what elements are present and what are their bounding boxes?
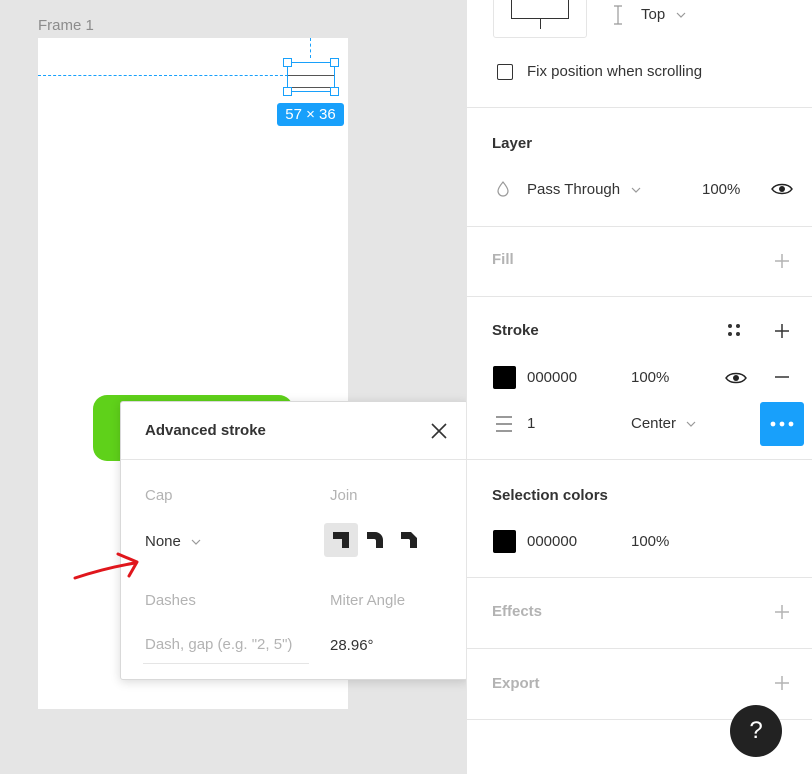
cap-value: None	[145, 533, 181, 550]
join-bevel-button[interactable]	[392, 523, 426, 557]
selected-layer[interactable]	[287, 62, 335, 92]
layer-line	[288, 87, 334, 88]
layer-line	[288, 75, 334, 76]
constraint-widget[interactable]	[493, 0, 587, 38]
chevron-down-icon	[687, 421, 696, 427]
horizontal-guide	[38, 75, 288, 76]
close-button[interactable]	[429, 421, 449, 441]
popup-header: Advanced stroke	[121, 402, 467, 460]
join-round-icon	[367, 532, 383, 548]
cap-dropdown[interactable]: None	[145, 533, 201, 550]
chevron-down-icon	[676, 12, 686, 18]
advanced-stroke-popup: Advanced stroke Cap Join None Dashes Mit…	[120, 401, 468, 680]
layer-opacity[interactable]: 100%	[702, 181, 740, 198]
selection-colors-title: Selection colors	[492, 487, 608, 504]
stroke-color-hex[interactable]: 000000	[527, 369, 577, 386]
join-bevel-icon	[401, 532, 417, 548]
selection-colors-section: Selection colors 000000 100%	[467, 460, 812, 578]
resize-handle-top-right[interactable]	[330, 58, 339, 67]
miter-angle-value[interactable]: 28.96°	[330, 637, 374, 654]
more-dots-icon	[770, 421, 794, 427]
fill-title: Fill	[492, 251, 514, 268]
properties-panel: Top Fix position when scrolling Layer Pa…	[466, 0, 812, 774]
size-badge: 57 × 36	[277, 103, 344, 126]
stroke-opacity[interactable]: 100%	[631, 369, 669, 386]
add-effect-icon[interactable]	[772, 602, 792, 622]
add-stroke-icon[interactable]	[772, 321, 792, 341]
join-label: Join	[330, 487, 358, 504]
selection-color-hex[interactable]: 000000	[527, 533, 577, 550]
export-title: Export	[492, 675, 540, 692]
cap-label: Cap	[145, 487, 173, 504]
eye-icon[interactable]	[725, 371, 747, 385]
miter-angle-label: Miter Angle	[330, 592, 406, 609]
remove-stroke-icon[interactable]	[772, 367, 792, 387]
fix-position-label: Fix position when scrolling	[527, 63, 703, 80]
vertical-constraint-value: Top	[641, 6, 666, 23]
stroke-color-swatch[interactable]	[493, 366, 516, 389]
join-miter-icon	[333, 532, 349, 548]
dashes-label: Dashes	[145, 592, 196, 609]
dash-gap-input[interactable]	[143, 626, 309, 664]
stroke-title: Stroke	[492, 322, 539, 339]
effects-title: Effects	[492, 603, 543, 620]
advanced-stroke-button[interactable]	[760, 402, 804, 446]
blend-mode-dropdown[interactable]: Pass Through	[527, 181, 641, 199]
fix-position-checkbox[interactable]	[497, 64, 513, 80]
add-fill-icon[interactable]	[772, 251, 792, 271]
join-round-button[interactable]	[358, 523, 392, 557]
popup-title: Advanced stroke	[145, 422, 266, 439]
selection-color-opacity[interactable]: 100%	[631, 533, 669, 550]
layer-title: Layer	[492, 135, 533, 152]
constraint-tick	[540, 19, 541, 29]
fill-section: Fill	[467, 227, 812, 297]
constraint-box-inner	[511, 0, 569, 19]
stroke-weight-input[interactable]: 1	[527, 415, 535, 432]
close-icon	[431, 423, 447, 439]
help-button[interactable]: ?	[730, 705, 782, 757]
stroke-align-dropdown[interactable]: Center	[631, 415, 696, 433]
vertical-constraint-dropdown[interactable]: Top	[641, 6, 686, 24]
chevron-down-icon	[191, 539, 201, 545]
add-export-icon[interactable]	[772, 673, 792, 693]
stroke-weight-icon	[496, 416, 512, 432]
effects-section: Effects	[467, 578, 812, 649]
blend-mode-value: Pass Through	[527, 181, 621, 198]
chevron-down-icon	[631, 187, 641, 193]
selection-color-swatch[interactable]	[493, 530, 516, 553]
join-miter-button[interactable]	[324, 523, 358, 557]
eye-icon[interactable]	[771, 182, 793, 196]
blend-mode-icon	[497, 181, 509, 197]
resize-handle-bottom-right[interactable]	[330, 87, 339, 96]
resize-handle-top-left[interactable]	[283, 58, 292, 67]
style-grid-icon[interactable]	[726, 322, 742, 338]
resize-handle-bottom-left[interactable]	[283, 87, 292, 96]
vertical-constraint-icon	[614, 5, 622, 25]
layer-section: Layer Pass Through 100%	[467, 108, 812, 227]
vertical-guide	[310, 38, 311, 58]
frame-label[interactable]: Frame 1	[38, 17, 94, 34]
constraints-section: Top Fix position when scrolling	[467, 0, 812, 108]
stroke-align-value: Center	[631, 415, 677, 432]
